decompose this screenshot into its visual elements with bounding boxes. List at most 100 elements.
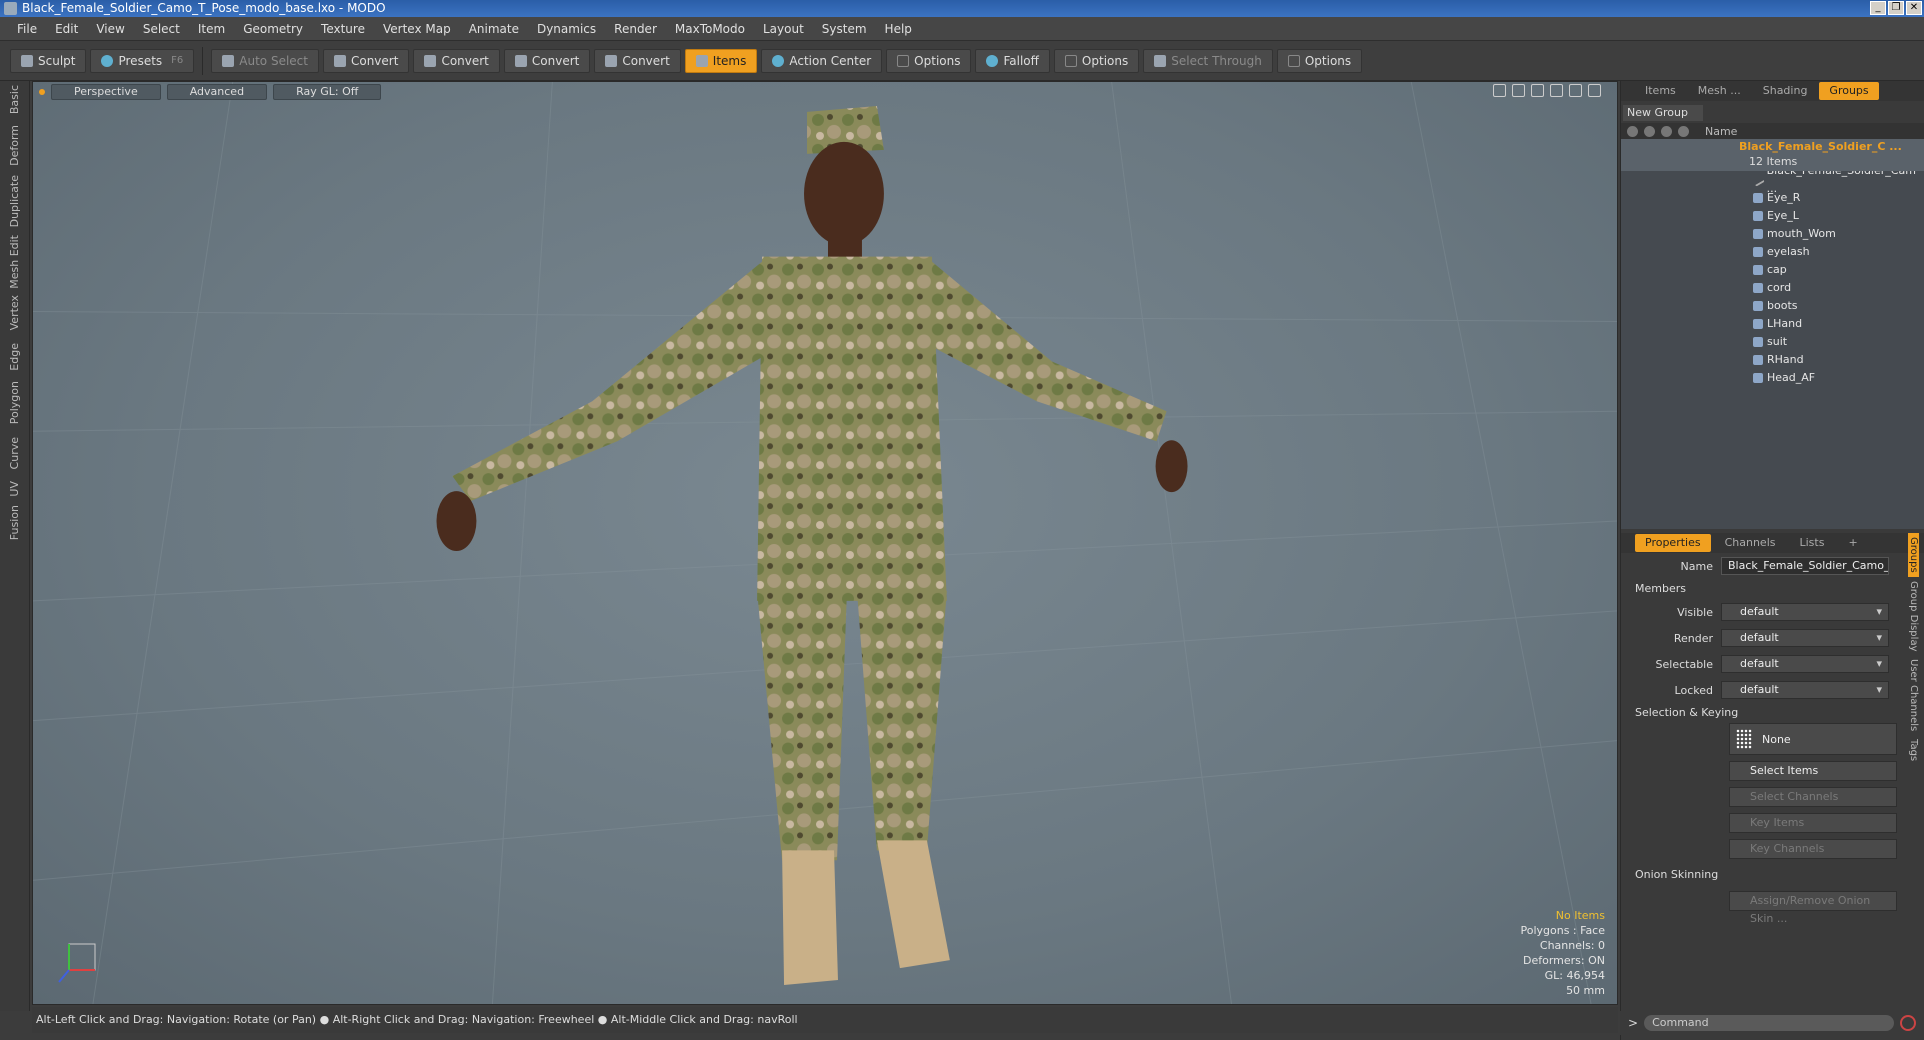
- onion-skinning-section[interactable]: Onion Skinning: [1621, 865, 1924, 885]
- convert-vertices-button[interactable]: Convert: [322, 48, 410, 73]
- options-button-1[interactable]: Options: [886, 48, 972, 73]
- select-through-button[interactable]: Select Through: [1143, 48, 1273, 73]
- shading-mode-button[interactable]: Advanced: [166, 84, 268, 100]
- maximize-button[interactable]: ❐: [1888, 1, 1904, 15]
- select-items-button[interactable]: Select Items: [1729, 761, 1897, 781]
- tab-vertex[interactable]: Vertex: [8, 295, 21, 330]
- presets-button[interactable]: Presets F6: [90, 48, 195, 73]
- viewport-menu-dot-icon[interactable]: [39, 89, 45, 95]
- visible-select[interactable]: default: [1721, 603, 1889, 621]
- tab-mesh-edit[interactable]: Mesh Edit: [8, 235, 21, 289]
- group-root-row[interactable]: Black_Female_Soldier_C ... 12 Items: [1621, 139, 1924, 171]
- lock-column-icon[interactable]: [1661, 125, 1672, 137]
- auto-select-button[interactable]: Auto Select: [211, 48, 319, 73]
- menu-file[interactable]: File: [8, 22, 46, 36]
- options-button-3[interactable]: Options: [1276, 48, 1363, 73]
- tree-item[interactable]: Black_Female_Soldier_Cam ...: [1621, 164, 1924, 195]
- side-tab-groups[interactable]: Groups: [1908, 533, 1919, 577]
- menu-dynamics[interactable]: Dynamics: [528, 22, 605, 36]
- menu-item[interactable]: Item: [189, 22, 234, 36]
- 3d-viewport[interactable]: Perspective Advanced Ray GL: Off No Item…: [32, 81, 1618, 1005]
- select-channels-button[interactable]: Select Channels: [1729, 787, 1897, 807]
- tree-item[interactable]: suit: [1621, 333, 1924, 351]
- menu-view[interactable]: View: [87, 22, 133, 36]
- options-button-2[interactable]: Options: [1053, 48, 1140, 73]
- items-mode-button[interactable]: Items: [684, 48, 758, 73]
- soldier-model[interactable]: [33, 82, 1617, 1004]
- add-tab-button[interactable]: +: [1838, 534, 1867, 552]
- tree-item[interactable]: Eye_L: [1621, 207, 1924, 225]
- render-column-icon[interactable]: [1644, 125, 1655, 137]
- select-column-icon[interactable]: [1678, 125, 1689, 137]
- tab-uv[interactable]: UV: [8, 481, 21, 497]
- tree-item[interactable]: LHand: [1621, 315, 1924, 333]
- key-channels-button[interactable]: Key Channels: [1729, 839, 1897, 859]
- tab-properties[interactable]: Properties: [1635, 534, 1711, 552]
- render-select[interactable]: default: [1721, 629, 1889, 647]
- tab-mesh[interactable]: Mesh ...: [1688, 82, 1751, 100]
- tab-curve[interactable]: Curve: [8, 437, 21, 469]
- tree-item[interactable]: mouth_Wom: [1621, 225, 1924, 243]
- record-macro-icon[interactable]: [1900, 1015, 1917, 1031]
- side-tab-tags[interactable]: Tags: [1908, 735, 1919, 765]
- keying-mode-button[interactable]: None: [1729, 723, 1897, 755]
- name-column-header[interactable]: Name: [1705, 125, 1737, 138]
- zoom-icon[interactable]: [1531, 84, 1544, 97]
- tab-channels[interactable]: Channels: [1715, 534, 1786, 552]
- tree-item[interactable]: RHand: [1621, 351, 1924, 369]
- tab-fusion[interactable]: Fusion: [8, 505, 21, 540]
- selectable-select[interactable]: default: [1721, 655, 1889, 673]
- sculpt-button[interactable]: Sculpt: [10, 48, 87, 73]
- tab-items[interactable]: Items: [1635, 82, 1686, 100]
- menu-select[interactable]: Select: [134, 22, 189, 36]
- side-tab-group-display[interactable]: Group Display: [1908, 577, 1919, 655]
- tab-deform[interactable]: Deform: [8, 125, 21, 166]
- expand-arrow-icon[interactable]: [1588, 84, 1601, 97]
- view-type-button[interactable]: Perspective: [51, 84, 161, 100]
- menu-help[interactable]: Help: [876, 22, 921, 36]
- pan-icon[interactable]: [1493, 84, 1506, 97]
- tree-item[interactable]: cord: [1621, 279, 1924, 297]
- tab-groups[interactable]: Groups: [1819, 82, 1879, 100]
- menu-layout[interactable]: Layout: [754, 22, 813, 36]
- menu-texture[interactable]: Texture: [312, 22, 374, 36]
- new-group-button[interactable]: New Group: [1623, 105, 1703, 121]
- menu-system[interactable]: System: [813, 22, 876, 36]
- tab-polygon[interactable]: Polygon: [8, 381, 21, 424]
- falloff-button[interactable]: Falloff: [975, 48, 1050, 73]
- convert-polygons-button[interactable]: Convert: [503, 48, 591, 73]
- menu-vertex-map[interactable]: Vertex Map: [374, 22, 460, 36]
- tab-lists[interactable]: Lists: [1790, 534, 1835, 552]
- assign-onion-skin-button[interactable]: Assign/Remove Onion Skin ...: [1729, 891, 1897, 925]
- menu-maxtomodo[interactable]: MaxToModo: [666, 22, 754, 36]
- minimize-button[interactable]: _: [1870, 1, 1886, 15]
- action-center-button[interactable]: Action Center: [761, 48, 883, 73]
- locked-select[interactable]: default: [1721, 681, 1889, 699]
- close-button[interactable]: ✕: [1906, 1, 1922, 15]
- menu-edit[interactable]: Edit: [46, 22, 87, 36]
- menu-animate[interactable]: Animate: [460, 22, 528, 36]
- menu-render[interactable]: Render: [605, 22, 666, 36]
- rotate-icon[interactable]: [1512, 84, 1525, 97]
- tree-item[interactable]: cap: [1621, 261, 1924, 279]
- raygl-toggle[interactable]: Ray GL: Off: [273, 84, 382, 100]
- maximize-icon[interactable]: [1550, 84, 1563, 97]
- command-input[interactable]: Command: [1644, 1015, 1895, 1031]
- tree-item[interactable]: boots: [1621, 297, 1924, 315]
- convert-materials-button[interactable]: Convert: [594, 48, 681, 73]
- tab-edge[interactable]: Edge: [8, 343, 21, 371]
- key-items-button[interactable]: Key Items: [1729, 813, 1897, 833]
- tab-shading[interactable]: Shading: [1753, 82, 1818, 100]
- tree-item[interactable]: Head_AF: [1621, 369, 1924, 387]
- members-section[interactable]: Members: [1621, 579, 1924, 599]
- convert-edges-button[interactable]: Convert: [413, 48, 500, 73]
- visibility-column-icon[interactable]: [1627, 125, 1638, 137]
- menu-geometry[interactable]: Geometry: [234, 22, 312, 36]
- gear-icon[interactable]: [1569, 84, 1582, 97]
- side-tab-user-channels[interactable]: User Channels: [1908, 655, 1919, 735]
- group-name-field[interactable]: Black_Female_Soldier_Camo_T_F: [1721, 557, 1889, 575]
- selection-keying-section[interactable]: Selection & Keying: [1621, 703, 1924, 723]
- tab-basic[interactable]: Basic: [8, 85, 21, 114]
- tree-item[interactable]: eyelash: [1621, 243, 1924, 261]
- tab-duplicate[interactable]: Duplicate: [8, 175, 21, 227]
